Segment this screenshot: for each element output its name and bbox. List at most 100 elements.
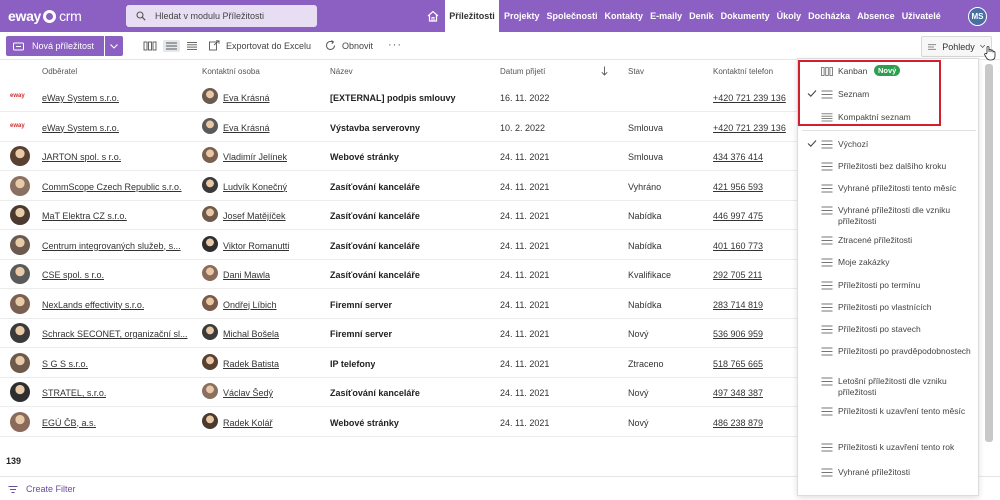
phone-link[interactable]: +420 721 239 136 xyxy=(713,123,786,133)
nav-tab-prilezitosti[interactable]: Příležitosti xyxy=(445,0,499,32)
customer-link[interactable]: eWay System s.r.o. xyxy=(42,93,119,103)
saved-view-option[interactable]: Příležitosti bez dalšího kroku xyxy=(798,156,978,178)
eway-crm-logo[interactable]: eway crm xyxy=(8,7,82,25)
customer-link[interactable]: Schrack SECONET, organizační sl... xyxy=(42,329,188,339)
contact-person-link[interactable]: Radek Kolář xyxy=(223,418,273,428)
customer-link[interactable]: Centrum integrovaných služeb, s... xyxy=(42,241,181,251)
sort-descending-icon[interactable] xyxy=(601,66,608,76)
opportunity-title[interactable]: Zasíťování kanceláře xyxy=(330,241,420,251)
table-row[interactable]: Schrack SECONET, organizační sl... Michal… xyxy=(0,319,800,348)
nav-tab-absence[interactable]: Absence xyxy=(857,11,895,21)
new-opportunity-dropdown-button[interactable] xyxy=(105,36,123,56)
saved-view-option[interactable]: Vyhrané příležitosti dle vzniku příležit… xyxy=(798,200,978,226)
table-row[interactable]: EGÚ ČB, a.s. Radek Kolář Webové stránky 24.… xyxy=(0,408,800,437)
create-filter-button[interactable]: Create Filter xyxy=(8,484,76,494)
customer-link[interactable]: S G S s.r.o. xyxy=(42,359,88,369)
table-row[interactable]: CSE spol. s r.o. Dani Mawla Zasíťování kan… xyxy=(0,260,800,289)
export-to-excel-button[interactable]: Exportovat do Excelu xyxy=(209,40,311,51)
opportunity-title[interactable]: Zasíťování kanceláře xyxy=(330,211,420,221)
contact-person-link[interactable]: Václav Šedý xyxy=(223,388,273,398)
saved-view-option[interactable]: Moje zakázky xyxy=(798,252,978,274)
layout-option-list[interactable]: Seznam xyxy=(798,84,978,106)
phone-link[interactable]: 518 765 665 xyxy=(713,359,763,369)
opportunity-title[interactable]: Zasíťování kanceláře xyxy=(330,388,420,398)
contact-person-link[interactable]: Radek Batista xyxy=(223,359,279,369)
table-row[interactable]: eway eWay System s.r.o. Eva Krásná [EXTERNA… xyxy=(0,83,800,112)
table-row[interactable]: STRATEL, s.r.o. Václav Šedý Zasíťování kan… xyxy=(0,378,800,407)
opportunity-title[interactable]: Firemní server xyxy=(330,329,392,339)
opportunity-title[interactable]: Výstavba serverovny xyxy=(330,123,420,133)
table-row[interactable]: S G S s.r.o. Radek Batista IP telefony 24. … xyxy=(0,349,800,378)
phone-link[interactable]: 292 705 211 xyxy=(713,270,762,280)
table-row[interactable]: Centrum integrovaných služeb, s... Viktor… xyxy=(0,231,800,260)
module-search-input[interactable]: Hledat v modulu Příležitosti xyxy=(126,5,317,27)
customer-link[interactable]: CommScope Czech Republic s.r.o. xyxy=(42,182,182,192)
phone-link[interactable]: 486 238 879 xyxy=(713,418,763,428)
user-avatar[interactable]: MS xyxy=(968,7,987,26)
opportunity-title[interactable]: Firemní server xyxy=(330,300,392,310)
views-button[interactable]: Pohledy xyxy=(921,36,992,57)
customer-link[interactable]: NexLands effectivity s.r.o. xyxy=(42,300,144,310)
dropdown-scrollbar[interactable] xyxy=(985,64,993,442)
opportunity-title[interactable]: Zasíťování kanceláře xyxy=(330,182,420,192)
layout-option-kanban[interactable]: Kanban Nový xyxy=(798,61,978,83)
nav-tab-dokumenty[interactable]: Dokumenty xyxy=(721,11,770,21)
layout-option-compact-list[interactable]: Kompaktní seznam xyxy=(798,107,978,129)
refresh-button[interactable]: Obnovit xyxy=(325,40,373,51)
opportunity-title[interactable]: Zasíťování kanceláře xyxy=(330,270,420,280)
nav-tab-kontakty[interactable]: Kontakty xyxy=(605,11,644,21)
more-options-button[interactable]: ··· xyxy=(388,39,402,51)
saved-view-option[interactable]: Příležitosti po stavech xyxy=(798,319,978,341)
column-header-status[interactable]: Stav xyxy=(628,67,644,76)
contact-person-link[interactable]: Viktor Romanutti xyxy=(223,241,289,251)
saved-view-option[interactable]: Letošní příležitosti dle vzniku příležit… xyxy=(798,371,978,397)
list-view-icon[interactable] xyxy=(163,40,180,52)
contact-person-link[interactable]: Michal Bošela xyxy=(223,329,279,339)
column-header-date[interactable]: Datum přijetí xyxy=(500,67,545,76)
saved-view-option[interactable]: Příležitosti k uzavření tento měsíc xyxy=(798,401,978,423)
phone-link[interactable]: 434 376 414 xyxy=(713,152,763,162)
new-opportunity-button[interactable]: Nová příležitost xyxy=(6,36,104,56)
column-header-customer[interactable]: Odběratel xyxy=(42,67,77,76)
opportunity-title[interactable]: [EXTERNAL] podpis smlouvy xyxy=(330,93,456,103)
compact-list-view-icon[interactable] xyxy=(185,40,199,52)
phone-link[interactable]: 536 906 959 xyxy=(713,329,763,339)
customer-link[interactable]: EGÚ ČB, a.s. xyxy=(42,418,96,428)
nav-tab-spolecnosti[interactable]: Společnosti xyxy=(547,11,598,21)
phone-link[interactable]: 401 160 773 xyxy=(713,241,763,251)
contact-person-link[interactable]: Vladimír Jelínek xyxy=(223,152,287,162)
customer-link[interactable]: STRATEL, s.r.o. xyxy=(42,388,106,398)
phone-link[interactable]: 421 956 593 xyxy=(713,182,763,192)
nav-tab-ukoly[interactable]: Úkoly xyxy=(777,11,802,21)
table-row[interactable]: NexLands effectivity s.r.o. Ondřej Líbich… xyxy=(0,290,800,319)
saved-view-option[interactable]: Vyhrané příležitosti tento měsíc xyxy=(798,178,978,200)
column-header-phone[interactable]: Kontaktní telefon xyxy=(713,67,773,76)
phone-link[interactable]: 283 714 819 xyxy=(713,300,763,310)
nav-tab-projekty[interactable]: Projekty xyxy=(504,11,540,21)
opportunity-title[interactable]: Webové stránky xyxy=(330,152,399,162)
saved-view-option[interactable]: Příležitosti po pravděpodobnostech xyxy=(798,341,978,363)
nav-tab-emaily[interactable]: E-maily xyxy=(650,11,682,21)
nav-tab-dochazka[interactable]: Docházka xyxy=(808,11,850,21)
saved-view-option[interactable]: Výchozí xyxy=(798,134,978,156)
contact-person-link[interactable]: Eva Krásná xyxy=(223,93,270,103)
saved-view-option[interactable]: Příležitosti k uzavření tento rok xyxy=(798,437,978,459)
column-header-contact-person[interactable]: Kontaktní osoba xyxy=(202,67,260,76)
phone-link[interactable]: 497 348 387 xyxy=(713,388,763,398)
customer-link[interactable]: eWay System s.r.o. xyxy=(42,123,119,133)
table-row[interactable]: MaT Elektra CZ s.r.o. Josef Matějíček Zasí… xyxy=(0,201,800,230)
kanban-view-icon[interactable] xyxy=(143,40,157,52)
contact-person-link[interactable]: Dani Mawla xyxy=(223,270,270,280)
table-row[interactable]: JARTON spol. s r.o. Vladimír Jelínek Webov… xyxy=(0,142,800,171)
opportunity-title[interactable]: IP telefony xyxy=(330,359,375,369)
home-icon[interactable] xyxy=(426,9,440,23)
phone-link[interactable]: +420 721 239 136 xyxy=(713,93,786,103)
contact-person-link[interactable]: Eva Krásná xyxy=(223,123,270,133)
contact-person-link[interactable]: Ondřej Líbich xyxy=(223,300,277,310)
saved-view-option[interactable]: Příležitosti po termínu xyxy=(798,275,978,297)
table-row[interactable]: eway eWay System s.r.o. Eva Krásná Výstavba… xyxy=(0,113,800,142)
contact-person-link[interactable]: Josef Matějíček xyxy=(223,211,286,221)
customer-link[interactable]: JARTON spol. s r.o. xyxy=(42,152,121,162)
customer-link[interactable]: MaT Elektra CZ s.r.o. xyxy=(42,211,127,221)
column-header-title[interactable]: Název xyxy=(330,67,353,76)
